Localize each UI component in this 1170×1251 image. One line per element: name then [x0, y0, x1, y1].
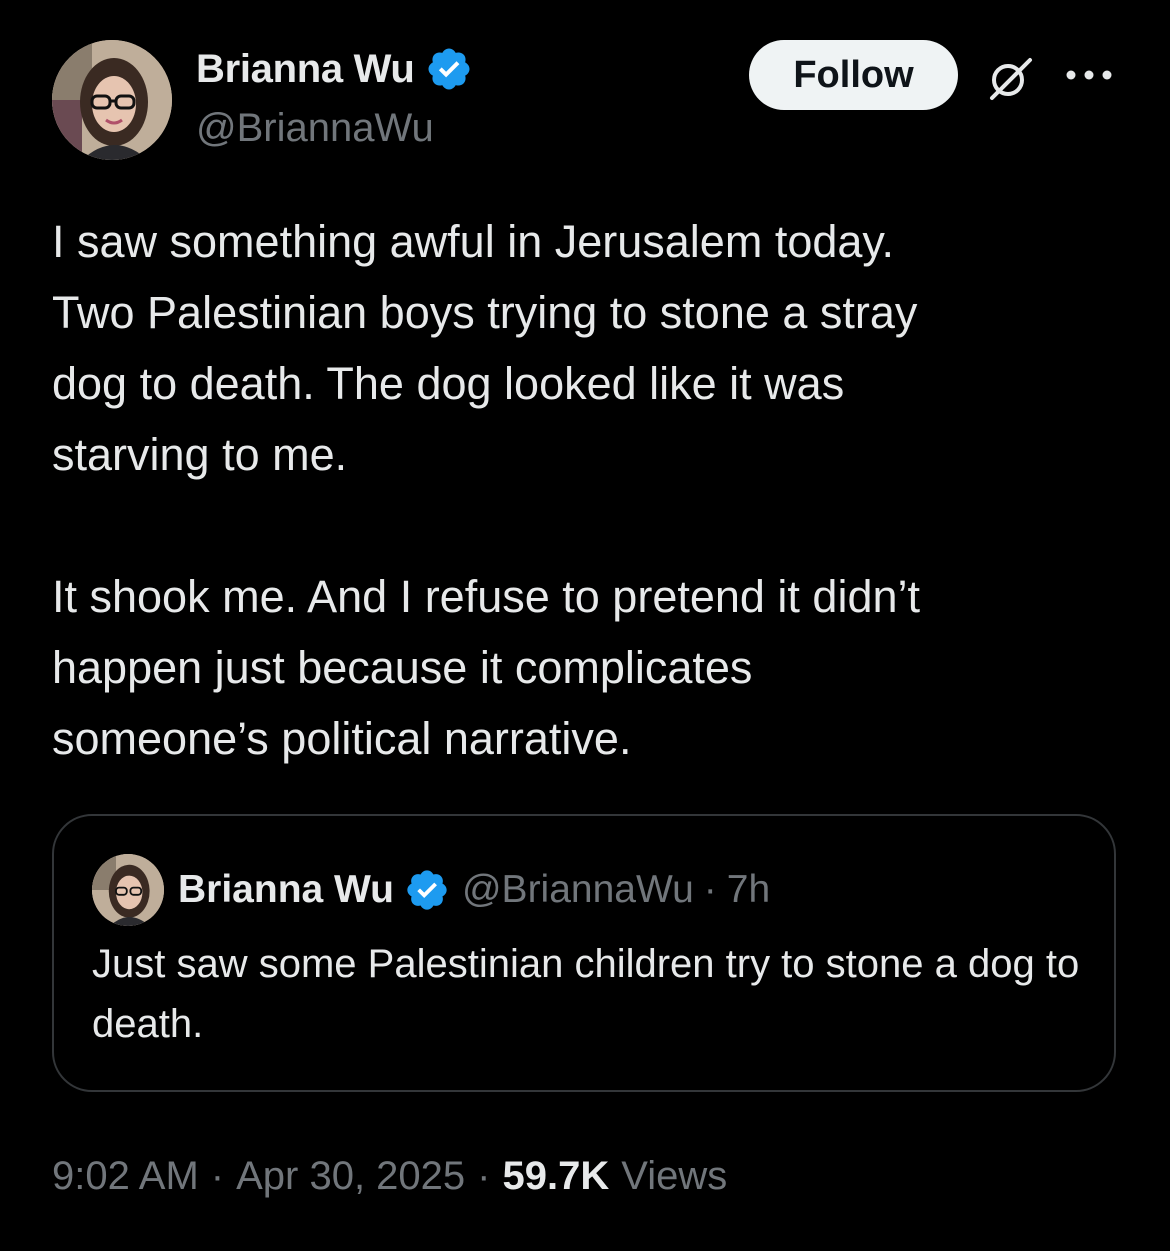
tweet-date[interactable]: Apr 30, 2025	[236, 1154, 465, 1199]
quoted-separator: ·	[703, 868, 717, 911]
tweet-body-text: I saw something awful in Jerusalem today…	[52, 216, 921, 764]
more-options-icon[interactable]	[1064, 64, 1114, 86]
views-label: Views	[621, 1153, 728, 1198]
author-handle[interactable]: @BriannaWu	[196, 106, 434, 151]
views-count: 59.7K	[502, 1153, 610, 1198]
meta-separator-2: ·	[477, 1153, 491, 1198]
quoted-tweet-header: Brianna Wu @BriannaWu · 7h	[178, 866, 770, 914]
author-name-row: Brianna Wu	[196, 44, 473, 94]
quoted-timestamp[interactable]: 7h	[727, 868, 770, 912]
quoted-display-name[interactable]: Brianna Wu	[178, 868, 394, 912]
quoted-handle[interactable]: @BriannaWu	[462, 868, 694, 912]
quoted-tweet[interactable]: Brianna Wu @BriannaWu · 7h Just saw some…	[52, 814, 1116, 1092]
verified-badge-icon[interactable]	[425, 45, 473, 93]
tweet-meta: 9:02 AM · Apr 30, 2025 · 59.7K Views	[52, 1148, 727, 1204]
quoted-tweet-text: Just saw some Palestinian children try t…	[92, 942, 1080, 1046]
avatar-photo-icon	[52, 40, 172, 160]
author-display-name[interactable]: Brianna Wu	[196, 47, 415, 92]
quoted-verified-badge-icon	[407, 870, 447, 910]
quoted-avatar-photo-icon	[92, 854, 164, 926]
tweet: Brianna Wu @BriannaWu Follow I saw somet…	[0, 0, 1170, 1251]
quoted-author-avatar[interactable]	[92, 854, 164, 926]
grok-icon[interactable]	[984, 52, 1036, 104]
follow-button[interactable]: Follow	[749, 40, 958, 110]
author-avatar[interactable]	[52, 40, 172, 160]
meta-separator-1: ·	[210, 1153, 225, 1198]
tweet-time[interactable]: 9:02 AM	[52, 1154, 199, 1199]
